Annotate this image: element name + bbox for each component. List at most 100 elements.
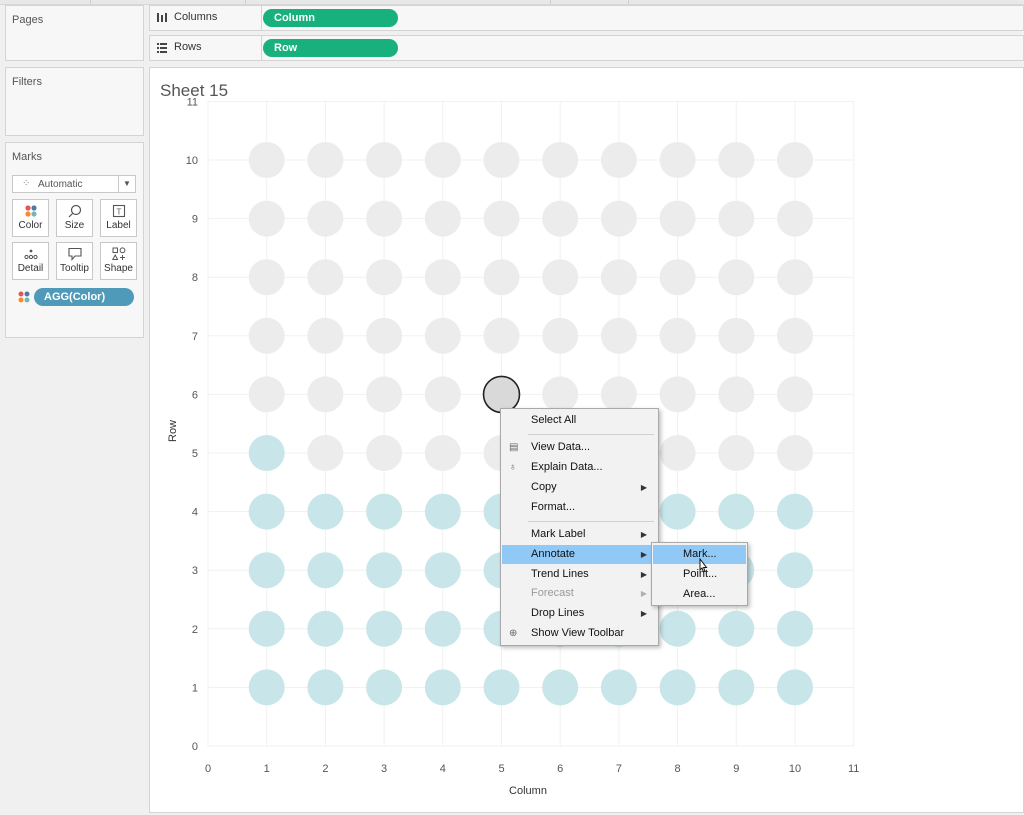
menu-item-explain-data[interactable]: ♁ Explain Data... [502, 458, 657, 477]
chart-mark[interactable] [366, 493, 403, 530]
chart-mark[interactable] [424, 200, 461, 237]
chart-mark[interactable] [777, 376, 813, 413]
chart-mark[interactable] [366, 552, 403, 589]
submenu-item-area[interactable]: Area... [653, 585, 746, 604]
menu-item-select-all[interactable]: Select All [502, 411, 657, 430]
chart-mark[interactable] [659, 493, 696, 530]
chart-mark[interactable] [483, 317, 520, 354]
chart-mark[interactable] [777, 317, 813, 354]
chart-mark[interactable] [424, 435, 461, 471]
chart-mark[interactable] [307, 142, 344, 178]
submenu-item-label: Area... [683, 588, 716, 600]
chart-mark[interactable] [600, 142, 637, 178]
chart-mark[interactable] [424, 317, 461, 354]
chart-mark[interactable] [307, 669, 344, 706]
chart-mark[interactable] [424, 610, 461, 647]
chart-mark[interactable] [248, 200, 285, 237]
chart-mark[interactable] [659, 142, 696, 178]
chart-mark[interactable] [777, 435, 813, 471]
chart-mark[interactable] [366, 435, 403, 471]
chart-mark[interactable] [777, 259, 813, 296]
chart-mark[interactable] [483, 200, 520, 237]
selected-mark[interactable] [482, 375, 521, 414]
chart-mark[interactable] [718, 435, 755, 471]
chart-mark[interactable] [542, 200, 579, 237]
chart-mark[interactable] [424, 669, 461, 706]
chart-mark[interactable] [659, 317, 696, 354]
chart-mark[interactable] [542, 142, 579, 178]
chart-mark[interactable] [366, 317, 403, 354]
chart-mark[interactable] [483, 259, 520, 296]
chart-mark[interactable] [600, 317, 637, 354]
chart-mark[interactable] [542, 317, 579, 354]
chart-mark[interactable] [307, 435, 344, 471]
chart-mark[interactable] [366, 142, 403, 178]
chart-mark[interactable] [718, 669, 755, 706]
chart-mark[interactable] [718, 376, 755, 413]
chart-mark[interactable] [248, 669, 285, 706]
submenu-arrow-icon: ▶ [640, 589, 647, 599]
chart-mark[interactable] [718, 610, 755, 647]
chart-mark[interactable] [777, 552, 813, 589]
chart-mark[interactable] [424, 259, 461, 296]
chart-mark[interactable] [483, 669, 520, 706]
chart-mark[interactable] [718, 317, 755, 354]
menu-item-trend-lines[interactable]: Trend Lines ▶ [502, 565, 657, 584]
chart-mark[interactable] [307, 259, 344, 296]
menu-item-format[interactable]: Format... [502, 498, 657, 517]
menu-item-mark-label[interactable]: Mark Label ▶ [502, 525, 657, 544]
chart-mark[interactable] [777, 493, 813, 530]
chart-mark[interactable] [659, 200, 696, 237]
chart-mark[interactable] [424, 142, 461, 178]
chart-mark[interactable] [248, 493, 285, 530]
chart-mark[interactable] [307, 493, 344, 530]
chart-mark[interactable] [777, 669, 813, 706]
chart-mark[interactable] [659, 669, 696, 706]
chart-mark[interactable] [366, 376, 403, 413]
chart-mark[interactable] [542, 376, 579, 413]
chart-mark[interactable] [248, 435, 285, 471]
chart-mark[interactable] [600, 669, 637, 706]
chart-mark[interactable] [366, 200, 403, 237]
chart-mark[interactable] [600, 200, 637, 237]
chart-mark[interactable] [424, 552, 461, 589]
chart-mark[interactable] [307, 317, 344, 354]
menu-item-copy[interactable]: Copy ▶ [502, 478, 657, 497]
chart-mark[interactable] [424, 376, 461, 413]
chart-mark[interactable] [777, 142, 813, 178]
chart-mark[interactable] [542, 669, 579, 706]
menu-item-view-data[interactable]: ▤ View Data... [502, 438, 657, 457]
menu-item-annotate[interactable]: Annotate ▶ [502, 544, 657, 564]
chart-mark[interactable] [248, 317, 285, 354]
chart-mark[interactable] [718, 200, 755, 237]
chart-mark[interactable] [600, 376, 637, 413]
chart-mark[interactable] [307, 376, 344, 413]
chart-mark[interactable] [366, 669, 403, 706]
chart-mark[interactable] [600, 259, 637, 296]
chart-mark[interactable] [659, 435, 696, 471]
chart-mark[interactable] [718, 493, 755, 530]
chart-mark[interactable] [718, 259, 755, 296]
chart-mark[interactable] [718, 142, 755, 178]
chart-mark[interactable] [248, 142, 285, 178]
chart-mark[interactable] [366, 259, 403, 296]
menu-item-drop-lines[interactable]: Drop Lines ▶ [502, 604, 657, 623]
chart-mark[interactable] [307, 610, 344, 647]
chart-mark[interactable] [659, 610, 696, 647]
chart-mark[interactable] [248, 259, 285, 296]
menu-item-show-view-toolbar[interactable]: ⊕ Show View Toolbar [502, 624, 657, 643]
chart-mark[interactable] [542, 259, 579, 296]
chart-mark[interactable] [777, 610, 813, 647]
chart-mark[interactable] [659, 259, 696, 296]
chart-mark[interactable] [777, 200, 813, 237]
chart-mark[interactable] [366, 610, 403, 647]
chart-mark[interactable] [483, 142, 520, 178]
chart-mark[interactable] [659, 376, 696, 413]
chart-mark[interactable] [307, 552, 344, 589]
chart-mark[interactable] [307, 200, 344, 237]
x-tick-label: 2 [322, 763, 328, 775]
chart-mark[interactable] [248, 552, 285, 589]
chart-mark[interactable] [248, 610, 285, 647]
chart-mark[interactable] [424, 493, 461, 530]
chart-mark[interactable] [248, 376, 285, 413]
